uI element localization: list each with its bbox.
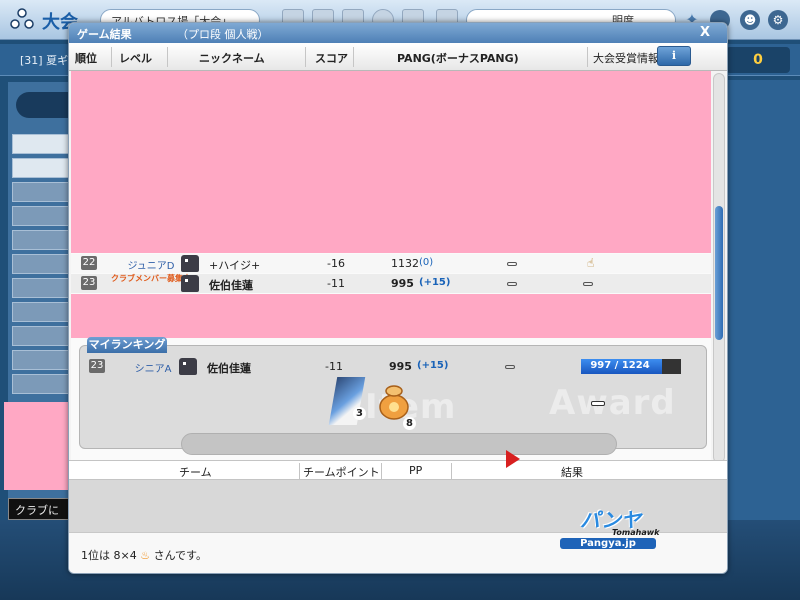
nickname: 佐伯佳蓮 [207, 362, 251, 375]
bonus-pang: (+15) [417, 360, 449, 371]
ranking-row[interactable]: 22 ジュニアD +ハイジ+ -16 1132 (0) ☝ [71, 254, 711, 273]
player-row[interactable] [12, 206, 70, 226]
pang-bag-count: 8 [403, 417, 416, 430]
col-score: スコア [315, 52, 348, 65]
col-nickname: ニックネーム [199, 52, 265, 65]
club-chat-input[interactable]: クラブに [8, 498, 70, 520]
points-display: 0 [726, 47, 790, 73]
info-button[interactable]: i [657, 46, 691, 66]
winner-message-suffix: さんです。 [153, 549, 207, 562]
player-row[interactable] [12, 254, 70, 274]
rank-badge: 23 [81, 276, 97, 290]
col-team: チーム [179, 466, 212, 479]
col-pang: PANG(ボーナスPANG) [397, 52, 519, 65]
player-slot[interactable] [16, 92, 70, 118]
dash-icon [591, 401, 605, 406]
level-label: ジュニアD [127, 261, 175, 272]
avatar [179, 358, 197, 375]
player-row[interactable] [12, 326, 70, 346]
nickname: 佐伯佳蓮 [209, 279, 253, 292]
col-divider [381, 463, 382, 479]
ranking-scrollbar[interactable] [713, 73, 725, 463]
pang: 995 [389, 360, 412, 373]
player-row[interactable] [12, 158, 70, 178]
golfer-icon [10, 8, 34, 29]
col-result: 結果 [561, 466, 583, 479]
right-panel [728, 80, 800, 520]
exp-progress-bar: 997 / 1224 [581, 359, 681, 374]
team-header: チーム チームポイント PP 結果 [69, 460, 727, 480]
avatar [181, 255, 199, 272]
dash-icon [583, 282, 593, 286]
col-rank: 順位 [75, 52, 97, 65]
exp-progress-text: 997 / 1224 [590, 360, 650, 371]
col-divider [299, 463, 300, 479]
logo-site: Pangya.jp [560, 538, 656, 549]
col-team-points: チームポイント [303, 466, 380, 479]
winner-message: 1位は 8×4 ♨ さんです。 [81, 547, 207, 563]
player-row[interactable] [12, 230, 70, 250]
skull-icon[interactable]: ☻ [740, 10, 760, 30]
col-divider [111, 47, 112, 67]
dash-icon [507, 282, 517, 286]
my-ranking-row: 23 シニアA 佐伯佳蓮 -11 995 (+15) 997 / 1224 [79, 357, 707, 376]
item-card-count: 3 [353, 407, 366, 420]
rank-badge: 23 [89, 359, 105, 373]
col-level: レベル [119, 52, 152, 65]
pang-bag-icon [379, 385, 409, 420]
dialog-title: ゲーム結果 [77, 28, 132, 41]
dialog-subtitle: （プロ段 個人戦） [177, 28, 269, 41]
bonus-pang: (0) [419, 257, 434, 268]
pang: 1132 [391, 257, 419, 270]
player-row[interactable] [12, 134, 70, 154]
room-number: [31] 夏ギ [20, 54, 69, 67]
winner-message-prefix: 1位は 8×4 [81, 549, 137, 562]
gear-icon[interactable]: ⚙ [768, 10, 788, 30]
player-row[interactable] [12, 182, 70, 202]
award-watermark: Award [549, 383, 676, 423]
score: -16 [327, 257, 345, 270]
game-result-dialog: ゲーム結果 （プロ段 個人戦） X 順位 レベル ニックネーム スコア PANG… [68, 22, 728, 574]
pang: 995 [391, 277, 414, 290]
close-button[interactable]: X [697, 25, 713, 41]
score: -11 [327, 277, 345, 290]
logo-subtitle: Tomahawk [612, 528, 660, 537]
mouse-cursor [506, 450, 520, 468]
level-label: クラブメンバー募集中 [111, 274, 191, 283]
col-divider [167, 47, 168, 67]
col-pp: PP [409, 464, 423, 477]
col-divider [587, 47, 588, 67]
player-row[interactable] [12, 302, 70, 322]
col-divider [305, 47, 306, 67]
player-row[interactable] [12, 374, 70, 394]
reward-bar [181, 433, 617, 455]
player-row[interactable] [12, 278, 70, 298]
dash-icon [507, 262, 517, 266]
dash-icon [505, 365, 515, 369]
highlight-block [71, 294, 711, 338]
score: -11 [325, 360, 343, 373]
chat-area [4, 402, 70, 490]
scroll-thumb[interactable] [715, 206, 723, 340]
col-divider [451, 463, 452, 479]
ranking-row[interactable]: 23 クラブメンバー募集中 佐伯佳蓮 -11 995 (+15) [71, 274, 711, 293]
avatar [181, 275, 199, 292]
dialog-titlebar: ゲーム結果 （プロ段 個人戦） X [69, 23, 727, 43]
col-divider [353, 47, 354, 67]
player-row[interactable] [12, 350, 70, 370]
my-ranking-tab[interactable]: マイランキング [87, 337, 167, 353]
bonus-pang: (+15) [419, 277, 451, 288]
nickname: +ハイジ+ [209, 259, 261, 272]
flame-icon: ♨ [140, 549, 151, 562]
highlight-block [71, 71, 711, 253]
rank-badge: 22 [81, 256, 97, 270]
award-hand-icon: ☝ [587, 256, 595, 270]
award-info-label: 大会受賞情報 [593, 52, 659, 65]
